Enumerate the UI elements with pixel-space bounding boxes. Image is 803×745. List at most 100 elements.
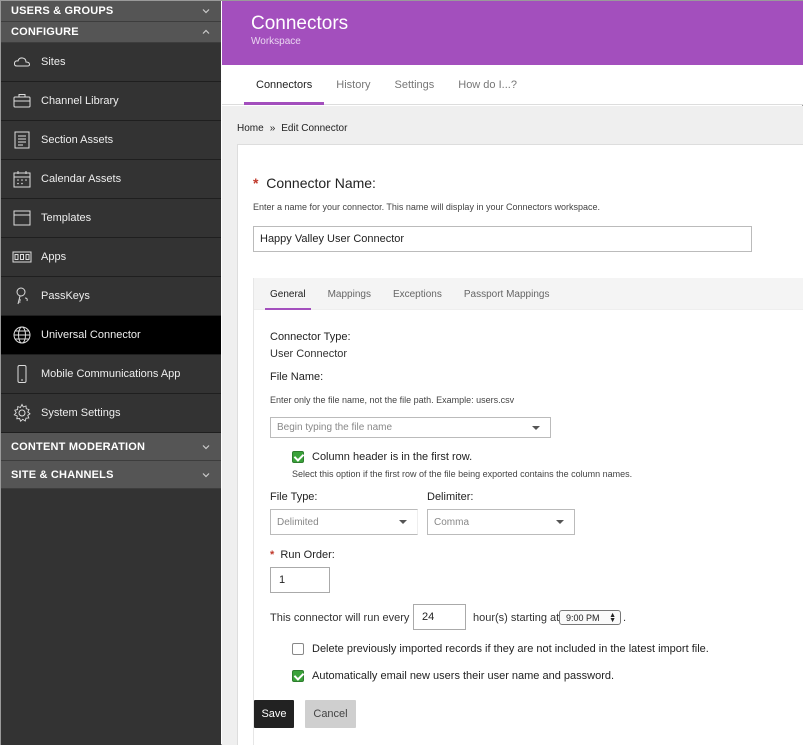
sidebar-item-universal-connector[interactable]: Universal Connector	[1, 316, 221, 355]
file-name-help: Enter only the file name, not the file p…	[270, 395, 515, 405]
delimiter-select[interactable]: Comma	[427, 509, 575, 535]
sidebar-item-channel-library[interactable]: Channel Library	[1, 82, 221, 121]
cancel-button[interactable]: Cancel	[305, 700, 356, 728]
section-label: CONFIGURE	[11, 26, 79, 38]
page-subtitle: Workspace	[251, 36, 301, 47]
section-label: CONTENT MODERATION	[11, 440, 146, 453]
chevron-down-icon	[201, 470, 211, 480]
connector-name-label: * Connector Name:	[253, 175, 376, 191]
run-every-suffix: hour(s) starting at	[473, 612, 560, 624]
chevron-down-icon	[201, 442, 211, 452]
required-mark: *	[253, 175, 259, 191]
file-type-select[interactable]: Delimited	[270, 509, 418, 535]
key-icon	[11, 285, 33, 307]
sidebar-item-label: Calendar Assets	[41, 173, 122, 185]
subtab-mappings[interactable]: Mappings	[317, 278, 382, 310]
globe-icon	[11, 324, 33, 346]
section-label: SITE & CHANNELS	[11, 468, 114, 481]
main-content: Home » Edit Connector * Connector Name: En…	[222, 106, 803, 745]
sidebar-item-mobile-communications-app[interactable]: Mobile Communications App	[1, 355, 221, 394]
start-time-value: 9:00 PM	[566, 612, 600, 623]
sidebar: USERS & GROUPS CONFIGURE Sites Channel L…	[1, 1, 221, 745]
file-type-label: File Type:	[270, 491, 318, 503]
file-name-label: File Name:	[270, 371, 324, 383]
updown-arrows-icon: ▲ ▼	[609, 612, 616, 624]
delete-records-checkbox[interactable]	[292, 643, 304, 655]
main-tabs: Connectors History Settings How do I...?	[222, 65, 803, 105]
connector-name-input[interactable]	[253, 226, 752, 252]
connector-name-label-text: Connector Name:	[266, 175, 376, 191]
tab-history[interactable]: History	[324, 65, 382, 105]
file-name-placeholder: Begin typing the file name	[277, 422, 393, 433]
run-every-hours-input[interactable]: 24	[413, 604, 466, 630]
cloud-icon	[11, 51, 33, 73]
connector-type-value: User Connector	[270, 348, 348, 360]
chevron-down-icon	[556, 520, 564, 524]
required-mark: *	[270, 549, 275, 561]
section-site-channels[interactable]: SITE & CHANNELS	[1, 461, 221, 489]
file-type-value: Delimited	[277, 516, 319, 528]
sidebar-item-label: Templates	[41, 212, 92, 224]
run-every-period: .	[623, 612, 627, 624]
run-order-label: * Run Order:	[270, 549, 335, 561]
sidebar-item-label: Channel Library	[41, 95, 119, 107]
workspace-header: Connectors Workspace	[222, 1, 803, 65]
connector-type-label: Connector Type:	[270, 331, 351, 343]
delete-records-label: Delete previously imported records if th…	[312, 643, 709, 655]
gear-icon	[11, 402, 33, 424]
tab-how-do-i[interactable]: How do I...?	[446, 65, 529, 105]
section-configure[interactable]: CONFIGURE	[1, 22, 221, 43]
sidebar-item-sites[interactable]: Sites	[1, 43, 221, 82]
chevron-up-icon	[201, 27, 211, 37]
list-doc-icon	[11, 129, 33, 151]
sidebar-item-system-settings[interactable]: System Settings	[1, 394, 221, 433]
run-order-label-text: Run Order:	[280, 549, 335, 561]
window-icon	[11, 207, 33, 229]
column-header-help: Select this option if the first row of t…	[292, 469, 633, 479]
breadcrumb-home[interactable]: Home	[237, 123, 264, 134]
subtab-exceptions[interactable]: Exceptions	[382, 278, 453, 310]
sidebar-item-templates[interactable]: Templates	[1, 199, 221, 238]
section-users-groups[interactable]: USERS & GROUPS	[1, 1, 221, 22]
sidebar-item-label: Universal Connector	[41, 329, 141, 341]
connector-name-help: Enter a name for your connector. This na…	[253, 202, 600, 212]
tab-settings[interactable]: Settings	[383, 65, 447, 105]
briefcase-icon	[11, 90, 33, 112]
sidebar-item-calendar-assets[interactable]: Calendar Assets	[1, 160, 221, 199]
sidebar-item-label: PassKeys	[41, 290, 90, 302]
sidebar-item-passkeys[interactable]: PassKeys	[1, 277, 221, 316]
breadcrumb: Home » Edit Connector	[237, 123, 347, 134]
calendar-icon	[11, 168, 33, 190]
sidebar-item-apps[interactable]: Apps	[1, 238, 221, 277]
connector-form-panel: * Connector Name: Enter a name for your …	[237, 144, 803, 745]
delimiter-label: Delimiter:	[427, 491, 474, 503]
subtab-passport-mappings[interactable]: Passport Mappings	[453, 278, 561, 310]
section-label: USERS & GROUPS	[11, 5, 114, 17]
tab-connectors[interactable]: Connectors	[244, 65, 325, 105]
apps-icon	[11, 246, 33, 268]
file-name-combobox[interactable]: Begin typing the file name	[270, 417, 551, 438]
breadcrumb-current: Edit Connector	[281, 123, 348, 134]
sidebar-item-label: System Settings	[41, 407, 121, 419]
settings-subtabs: General Mappings Exceptions Passport Map…	[254, 278, 803, 310]
section-content-moderation[interactable]: CONTENT MODERATION	[1, 433, 221, 461]
connector-settings-section: General Mappings Exceptions Passport Map…	[253, 278, 803, 745]
chevron-down-icon	[201, 6, 211, 16]
run-every-prefix: This connector will run every	[270, 612, 410, 624]
start-time-select[interactable]: 9:00 PM ▲ ▼	[559, 610, 621, 625]
breadcrumb-separator: »	[269, 123, 276, 134]
email-users-label: Automatically email new users their user…	[312, 670, 615, 682]
sidebar-item-label: Mobile Communications App	[41, 368, 181, 380]
save-button[interactable]: Save	[254, 700, 294, 728]
sidebar-item-label: Sites	[41, 56, 66, 68]
column-header-label: Column header is in the first row.	[312, 451, 473, 463]
delimiter-value: Comma	[434, 516, 470, 528]
sidebar-item-section-assets[interactable]: Section Assets	[1, 121, 221, 160]
email-users-checkbox[interactable]	[292, 670, 304, 682]
column-header-checkbox[interactable]	[292, 451, 304, 463]
page-title: Connectors	[251, 13, 349, 34]
subtab-general[interactable]: General	[259, 278, 317, 310]
run-order-input[interactable]: 1	[270, 567, 330, 593]
chevron-down-icon	[399, 520, 407, 524]
chevron-down-icon	[532, 425, 540, 430]
